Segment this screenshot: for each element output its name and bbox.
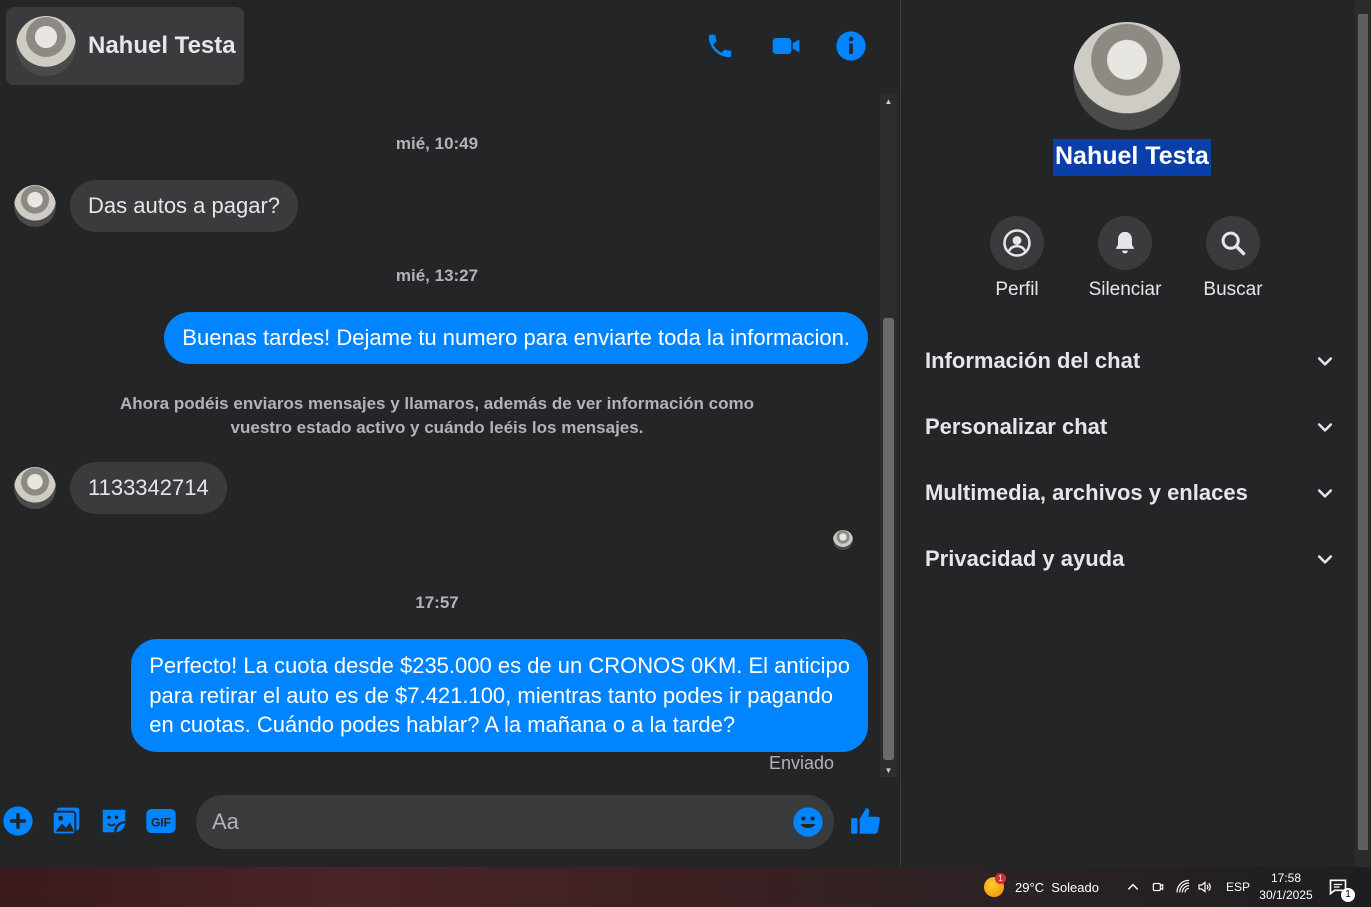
message-line: para retirar el auto es de $7.421.100, m…	[149, 682, 833, 708]
gif-label: GIF	[151, 815, 171, 829]
weather-text: 29°C Soleado	[1015, 879, 1099, 895]
read-receipt-avatar	[833, 530, 853, 550]
clock[interactable]: 17:58 30/1/2025	[1258, 867, 1314, 907]
thumbs-up-icon[interactable]	[849, 804, 883, 838]
contact-name: Nahuel Testa	[88, 32, 236, 59]
profile-action[interactable]: Perfil	[967, 216, 1067, 301]
notification-count: 1	[1341, 888, 1355, 902]
mute-action[interactable]: Silenciar	[1075, 216, 1175, 301]
section-title: Privacidad y ayuda	[925, 546, 1125, 571]
chevron-down-icon	[1317, 423, 1333, 432]
contact-avatar	[16, 16, 76, 76]
action-label: Perfil	[995, 279, 1039, 300]
contact-header-button[interactable]: Nahuel Testa	[6, 7, 244, 85]
search-icon[interactable]	[1206, 216, 1260, 270]
scroll-thumb[interactable]	[883, 318, 894, 760]
section-title: Multimedia, archivos y enlaces	[925, 480, 1248, 505]
profile-avatar[interactable]	[1073, 22, 1181, 130]
window-scrollbar[interactable]	[1355, 0, 1371, 867]
incoming-message-row: 1133342714	[14, 462, 227, 514]
meet-icon[interactable]	[1151, 867, 1165, 907]
sun-icon: 1	[984, 873, 1006, 897]
section-chat-info[interactable]: Información del chat	[925, 339, 1335, 383]
message-scrollbar[interactable]: ▲ ▼	[880, 94, 897, 777]
chevron-up-icon[interactable]	[1126, 867, 1140, 907]
message-input[interactable]	[212, 803, 782, 841]
system-notice-line: Ahora podéis enviaros mensajes y llamaro…	[120, 394, 754, 413]
sticker-icon[interactable]	[97, 804, 131, 838]
timestamp: mié, 10:49	[395, 134, 479, 153]
clock-time: 17:58	[1270, 871, 1302, 885]
window-scroll-thumb[interactable]	[1358, 14, 1368, 850]
input-language[interactable]: ESP	[1226, 867, 1250, 907]
notification-center-icon[interactable]: 1	[1328, 867, 1355, 907]
section-customize-chat[interactable]: Personalizar chat	[925, 405, 1335, 449]
section-media-files-links[interactable]: Multimedia, archivos y enlaces	[925, 471, 1335, 515]
messenger-window: Nahuel Testa mié, 10:49 Das autos a paga…	[0, 0, 1371, 867]
sender-avatar	[14, 185, 56, 227]
chevron-down-icon	[1317, 489, 1333, 498]
composer-bar: GIF	[0, 790, 900, 856]
sender-avatar	[14, 467, 56, 509]
chat-info-panel: Nahuel Testa Perfil Silenciar Buscar Inf…	[901, 0, 1355, 867]
outgoing-message[interactable]: Buenas tardes! Dejame tu numero para env…	[164, 312, 868, 364]
clock-date: 30/1/2025	[1259, 888, 1313, 902]
message-list: mié, 10:49 Das autos a pagar? mié, 13:27…	[0, 94, 880, 779]
search-action[interactable]: Buscar	[1183, 216, 1283, 301]
scroll-down-arrow[interactable]: ▼	[880, 763, 897, 777]
image-icon[interactable]	[49, 804, 83, 838]
volume-icon[interactable]	[1197, 867, 1213, 907]
emoji-icon[interactable]	[792, 806, 824, 838]
timestamp: mié, 13:27	[395, 266, 479, 285]
incoming-message[interactable]: Das autos a pagar?	[70, 180, 299, 232]
profile-name: Nahuel Testa	[1053, 139, 1211, 176]
system-notice: Ahora podéis enviaros mensajes y llamaro…	[60, 392, 814, 440]
message-line: en cuotas. Cuándo podes hablar? A la mañ…	[149, 712, 736, 737]
chevron-down-icon	[1317, 555, 1333, 564]
info-icon[interactable]	[835, 30, 867, 62]
profile-icon[interactable]	[990, 216, 1044, 270]
message-input-wrapper	[196, 795, 834, 849]
timestamp: 17:57	[415, 593, 459, 612]
windows-taskbar: 1 29°C Soleado ESP 17:58 30/1/2025 1	[0, 867, 1371, 907]
chat-pane: Nahuel Testa mié, 10:49 Das autos a paga…	[0, 0, 900, 867]
wifi-icon[interactable]	[1175, 867, 1191, 907]
incoming-message-row: Das autos a pagar?	[14, 180, 299, 232]
section-title: Información del chat	[925, 348, 1141, 373]
action-label: Silenciar	[1088, 279, 1162, 300]
section-title: Personalizar chat	[925, 414, 1108, 439]
weather-widget[interactable]: 1 29°C Soleado	[984, 867, 1099, 907]
scroll-up-arrow[interactable]: ▲	[880, 94, 897, 108]
phone-icon[interactable]	[704, 30, 736, 62]
section-privacy-help[interactable]: Privacidad y ayuda	[925, 537, 1335, 581]
plus-icon[interactable]	[1, 804, 35, 838]
chat-header: Nahuel Testa	[0, 0, 900, 92]
video-camera-icon[interactable]	[770, 30, 802, 62]
gif-icon[interactable]: GIF	[144, 804, 178, 838]
system-notice-line: vuestro estado activo y cuándo leéis los…	[230, 418, 644, 437]
chevron-down-icon	[1317, 357, 1333, 366]
incoming-message[interactable]: 1133342714	[70, 462, 227, 514]
action-label: Buscar	[1203, 279, 1263, 300]
bell-icon[interactable]	[1098, 216, 1152, 270]
message-line: Perfecto! La cuota desde $235.000 es de …	[149, 653, 850, 678]
outgoing-message[interactable]: Perfecto! La cuota desde $235.000 es de …	[131, 639, 868, 752]
weather-badge: 1	[995, 873, 1006, 884]
message-status: Enviado	[768, 753, 834, 773]
